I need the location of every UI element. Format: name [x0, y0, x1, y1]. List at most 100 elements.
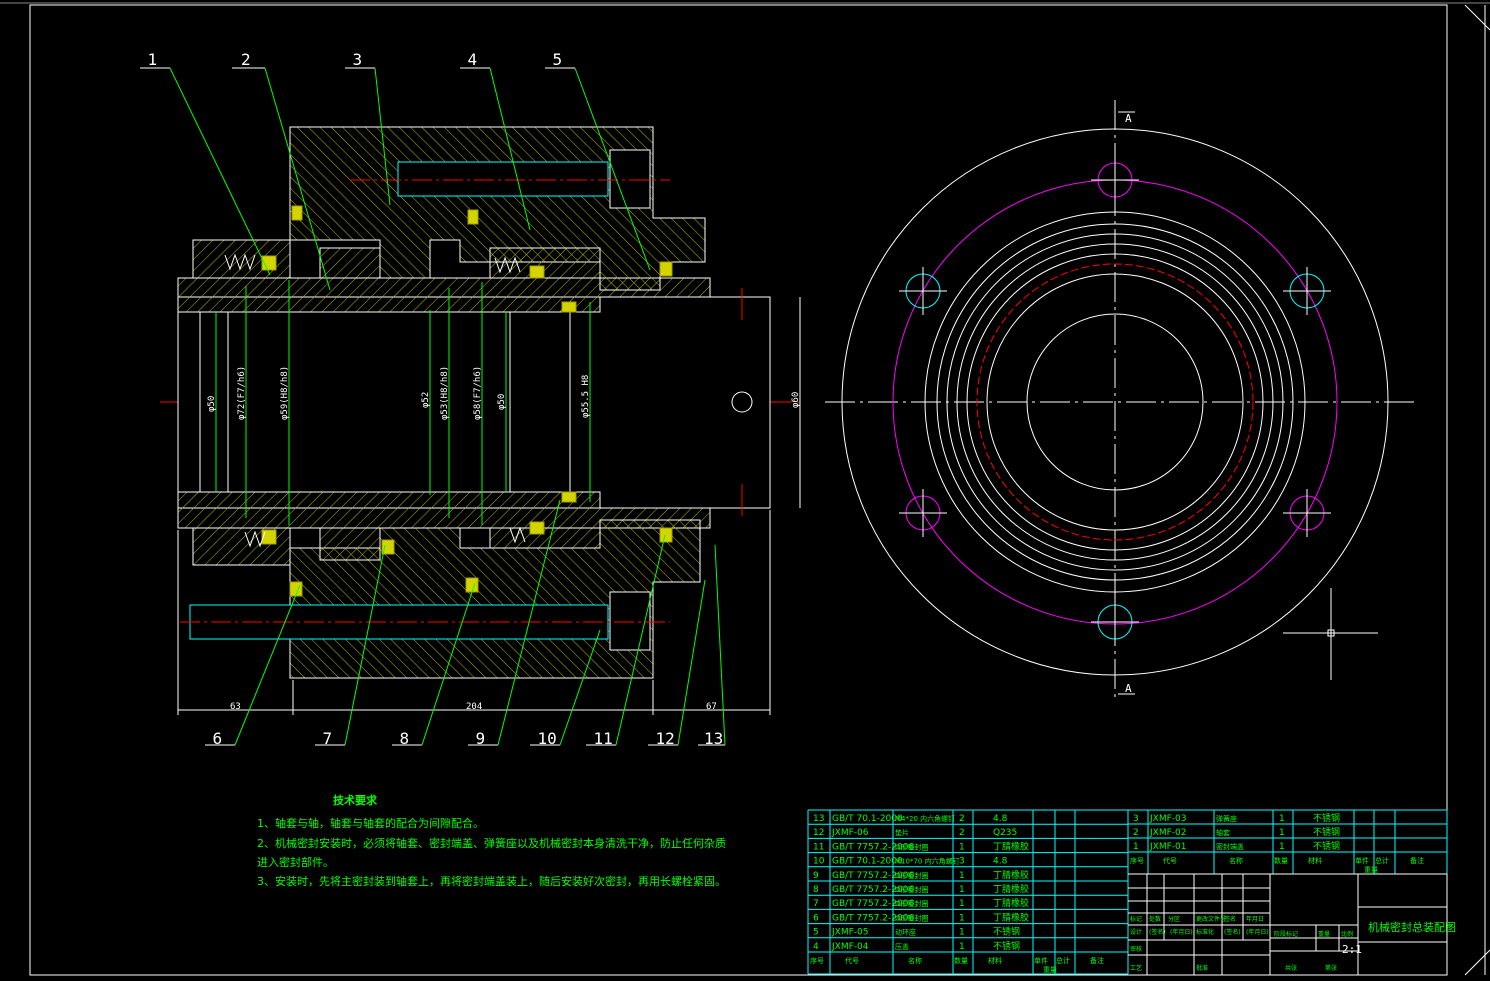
title-block-label: 工艺: [1130, 964, 1142, 972]
part-number-label: 1: [148, 50, 158, 69]
bom-header-cell: 材料: [988, 956, 1002, 965]
title-block-label: 重量: [1318, 930, 1330, 938]
title-block-label: (年月日): [1246, 928, 1269, 936]
bom-header-cell: 重量: [1043, 966, 1057, 974]
bom-cell: 8: [813, 885, 819, 895]
dimension-d2: φ72(F7/h6): [237, 366, 247, 420]
dimension-length: 204: [466, 702, 482, 712]
bom-cell: M4*20 内六角螺钉: [895, 814, 955, 823]
title-block-label: (签名): [1149, 928, 1166, 936]
technical-requirements: 技术要求 1、轴套与轴，轴套与轴套的配合为间隙配合。 2、机械密封安装时，必须将…: [257, 793, 726, 888]
part-number-label: 7: [323, 729, 333, 748]
title-block-label: 标准化: [1196, 928, 1214, 936]
bom-cell: O形密封圈: [895, 899, 929, 908]
bom-cell: 不锈钢: [1313, 812, 1340, 824]
bom-cell: 1: [1279, 814, 1285, 824]
bom-cell: 弹簧座: [1216, 814, 1237, 823]
title-block-label: 标记: [1130, 915, 1142, 923]
title-block-label: 设计: [1130, 928, 1142, 936]
bom-cell: JXMF-02: [1149, 828, 1186, 838]
part-number-label: 11: [594, 729, 613, 748]
bom-cell: 丁腈橡胶: [993, 869, 1029, 881]
dimension-d4: φ52: [421, 392, 431, 408]
bom-cell: 动环座: [895, 928, 916, 937]
bom-cell: 垫片: [895, 828, 909, 837]
part-number-label: 6: [213, 729, 223, 748]
corner-marks: [1464, 4, 1490, 976]
dimension-d8: φ55.5 H8: [581, 375, 591, 418]
title-block-label: 年月日: [1246, 915, 1264, 923]
part-number-label: 13: [704, 729, 723, 748]
title-block: 机械密封总装配图 2:1 标记 处数 分区 更改文件号签名 年月日设计 (签名) (年月日)…: [1128, 873, 1456, 976]
bom-header-cell: 备注: [1410, 856, 1424, 865]
dimension-d1: φ50: [207, 396, 217, 412]
bom-cell: 轴套: [1216, 828, 1230, 837]
title-block-label: 审核: [1130, 945, 1142, 953]
bom-header-cell: 重量: [1364, 866, 1378, 874]
bom-header-cell: 数量: [954, 956, 968, 965]
bom-cell: 2: [959, 814, 965, 824]
title-block-label: 阶段标记: [1274, 930, 1298, 938]
title-block-label: 更改文件号: [1196, 915, 1226, 923]
bom-cell: 1: [959, 942, 965, 952]
part-number-label: 10: [538, 729, 557, 748]
bom-cell: JXMF-04: [831, 942, 869, 952]
bom-cell: 5: [813, 928, 819, 938]
bom-cell: 压盖: [895, 942, 909, 951]
bom-cell: JXMF-01: [1149, 842, 1186, 852]
bolt-top: [397, 161, 609, 197]
bom-cell: 不锈钢: [993, 940, 1020, 952]
title-block-label: 处数: [1149, 915, 1161, 923]
scale-value: 2:1: [1342, 943, 1362, 956]
bom-cell: O形密封圈: [895, 871, 929, 880]
bom-header-cell: 代号: [1163, 856, 1177, 865]
leader-line: [677, 579, 706, 746]
part-number-label: 9: [476, 729, 486, 748]
part-number-label: 5: [553, 50, 563, 69]
bom-cell: M10*70 内六角螺钉: [895, 857, 960, 866]
tech-line: 2、机械密封安装时，必须将轴套、密封端盖、弹簧座以及机械密封本身清洗干净，防止任…: [257, 836, 726, 850]
title-block-label: 批准: [1196, 964, 1208, 972]
bom-cell: 12: [813, 828, 824, 838]
cad-drawing: φ50 φ72(F7/h6) φ59(H8/h8) φ52 φ53(H8/h8) φ58(…: [0, 2, 1490, 976]
tech-title: 技术要求: [333, 793, 378, 807]
tech-line: 1、轴套与轴，轴套与轴套的配合为间隙配合。: [257, 816, 484, 830]
bom-header-cell: 单件: [1034, 956, 1048, 965]
drawing-title: 机械密封总装配图: [1368, 920, 1456, 934]
bom-cell: 6: [813, 913, 819, 923]
bom-header-cell: 名称: [908, 956, 922, 965]
bom-cell: 1: [1133, 842, 1139, 852]
dimension-d6: φ58(F7/h6): [473, 366, 483, 420]
bom-header-cell: 单件: [1355, 856, 1369, 865]
bom-cell: 4.8: [993, 857, 1008, 867]
bom-cell: JXMF-03: [1149, 814, 1186, 824]
bom-cell: 不锈钢: [1313, 840, 1340, 852]
bom-header-cell: 材料: [1308, 856, 1322, 865]
bom-cell: 1: [959, 885, 965, 895]
dimension-d7: φ50: [497, 394, 507, 410]
bom-cell: 不锈钢: [993, 926, 1020, 938]
dimension-d3: φ59(H8/h8): [280, 366, 290, 420]
tech-line: 进入密封部件。: [257, 855, 334, 869]
bom-cell: 10: [813, 857, 825, 867]
dimension-length: 63: [230, 702, 241, 712]
bom-cell: 1: [1279, 842, 1285, 852]
bom-cell: 1: [959, 842, 965, 852]
bom-cell: GB/T 70.1-2000: [832, 857, 903, 867]
bom-cell: 3: [1133, 814, 1139, 824]
bom-cell: 2: [959, 828, 965, 838]
leader-line: [714, 544, 726, 746]
bom-cell: 11: [813, 842, 824, 852]
part-number-label: 12: [656, 729, 675, 748]
bom-cell: 不锈钢: [1313, 826, 1340, 838]
bom-cell: 密封端盖: [1216, 842, 1244, 851]
bom-header-cell: 序号: [810, 956, 824, 965]
section-mark-top: A: [1125, 112, 1132, 125]
title-block-label: (签名): [1224, 928, 1241, 936]
bom-cell: 1: [1279, 828, 1285, 838]
bom-cell: 1: [959, 928, 965, 938]
bom-cell: Q235: [993, 828, 1017, 838]
section-view: [160, 126, 801, 715]
bom-header-cell: 代号: [845, 956, 859, 965]
bom-cell: 1: [959, 913, 965, 923]
